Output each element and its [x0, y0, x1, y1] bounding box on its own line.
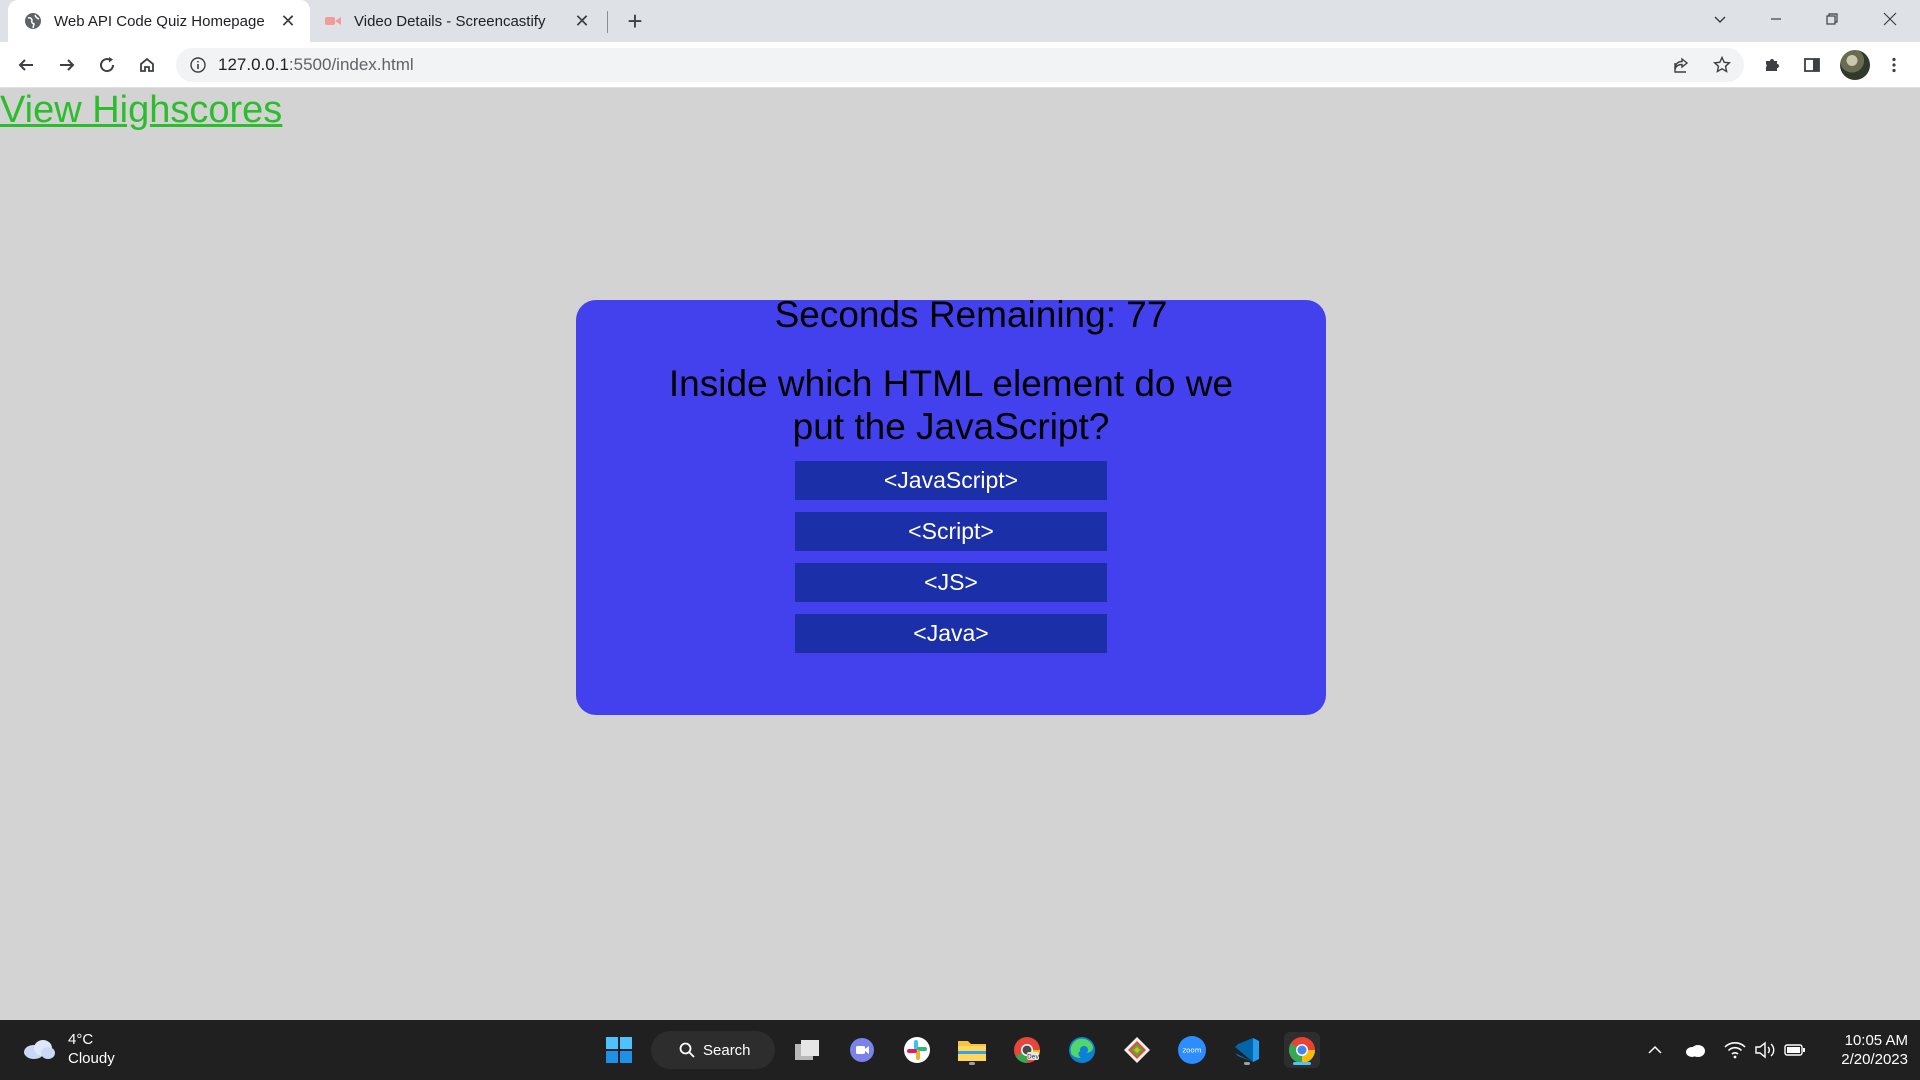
- svg-text:zoom: zoom: [1182, 1047, 1201, 1055]
- url-path: :5500/index.html: [288, 55, 414, 74]
- vscode-icon[interactable]: [1229, 1032, 1265, 1068]
- tab-video-details-screencastify[interactable]: Video Details - Screencastify ✕: [314, 0, 604, 42]
- home-button[interactable]: [131, 49, 163, 81]
- more-menu-icon[interactable]: [1878, 49, 1910, 81]
- restore-button[interactable]: [1804, 0, 1860, 38]
- tab-title: Web API Code Quiz Homepage: [54, 12, 265, 30]
- url-text: 127.0.0.1:5500/index.html: [218, 55, 414, 75]
- edge-icon[interactable]: [1064, 1032, 1100, 1068]
- answer-list: <JavaScript> <Script> <JS> <Java>: [795, 461, 1107, 665]
- clock-date: 2/20/2023: [1841, 1051, 1908, 1068]
- taskbar: 4°C Cloudy Search Dev zoom 10:05 AM 2/20…: [0, 1020, 1920, 1080]
- reload-button[interactable]: [91, 49, 123, 81]
- screencastify-icon: [324, 12, 342, 30]
- battery-icon[interactable]: [1783, 1038, 1807, 1062]
- search-label: Search: [703, 1041, 751, 1059]
- side-panel-icon[interactable]: [1796, 49, 1828, 81]
- close-tab-icon[interactable]: ✕: [278, 11, 298, 31]
- timer-label: Seconds Remaining:: [774, 294, 1127, 335]
- question-text: Inside which HTML element do we put the …: [668, 363, 1234, 447]
- wifi-icon[interactable]: [1723, 1038, 1747, 1062]
- extensions-icon[interactable]: [1756, 49, 1788, 81]
- timer-value: 77: [1126, 294, 1168, 335]
- running-indicator: [969, 1062, 975, 1065]
- weather-condition: Cloudy: [68, 1050, 115, 1067]
- timer: Seconds Remaining: 77: [576, 294, 1326, 336]
- new-tab-button[interactable]: +: [622, 8, 648, 35]
- close-window-button[interactable]: [1862, 0, 1918, 38]
- cloudy-weather-icon: [24, 1040, 55, 1059]
- running-indicator: [1244, 1062, 1250, 1065]
- page-viewport: View Highscores Seconds Remaining: 77 In…: [0, 89, 1920, 1020]
- answer-button-1[interactable]: <JavaScript>: [795, 461, 1107, 500]
- svg-text:Dev: Dev: [1027, 1054, 1039, 1061]
- file-explorer-icon[interactable]: [954, 1032, 990, 1068]
- view-highscores-link[interactable]: View Highscores: [0, 89, 282, 132]
- chrome-dev-icon[interactable]: Dev: [1009, 1032, 1045, 1068]
- answer-button-3[interactable]: <JS>: [795, 563, 1107, 602]
- answer-button-4[interactable]: <Java>: [795, 614, 1107, 653]
- tab-divider: [607, 11, 608, 33]
- system-clock[interactable]: 10:05 AM 2/20/2023: [1818, 1031, 1908, 1069]
- answer-button-2[interactable]: <Script>: [795, 512, 1107, 551]
- weather-temp: 4°C: [68, 1031, 94, 1048]
- weather-widget[interactable]: 4°C Cloudy: [22, 1030, 115, 1068]
- onedrive-icon[interactable]: [1683, 1038, 1707, 1062]
- browser-toolbar: 127.0.0.1:5500/index.html: [0, 42, 1920, 88]
- tab-title: Video Details - Screencastify: [354, 12, 546, 30]
- slack-icon[interactable]: [899, 1032, 935, 1068]
- site-info-icon[interactable]: [188, 55, 208, 75]
- share-icon[interactable]: [1665, 49, 1697, 81]
- tab-search-icon[interactable]: [1692, 0, 1748, 38]
- taskbar-search-button[interactable]: Search: [651, 1031, 775, 1069]
- start-icon[interactable]: [601, 1032, 637, 1068]
- url-host: 127.0.0.1: [218, 55, 289, 74]
- globe-icon: [24, 12, 42, 30]
- browser-tab-strip: Web API Code Quiz Homepage ✕ Video Detai…: [0, 0, 1920, 42]
- bookmark-star-icon[interactable]: [1706, 49, 1738, 81]
- show-hidden-icons-chevron-icon[interactable]: [1643, 1038, 1667, 1062]
- tab-web-api-code-quiz[interactable]: Web API Code Quiz Homepage ✕: [8, 0, 310, 42]
- active-indicator: [1293, 1062, 1311, 1065]
- back-button[interactable]: [10, 49, 42, 81]
- close-tab-icon[interactable]: ✕: [572, 11, 592, 31]
- address-bar[interactable]: 127.0.0.1:5500/index.html: [176, 48, 1744, 82]
- zoom-icon[interactable]: zoom: [1174, 1032, 1210, 1068]
- minimize-button[interactable]: [1748, 0, 1804, 38]
- search-icon: [679, 1042, 695, 1058]
- task-view-icon[interactable]: [789, 1032, 825, 1068]
- teams-chat-icon[interactable]: [844, 1032, 880, 1068]
- chrome-icon[interactable]: [1284, 1032, 1320, 1068]
- clock-time: 10:05 AM: [1844, 1032, 1908, 1049]
- git-icon[interactable]: [1119, 1032, 1155, 1068]
- quiz-card: Seconds Remaining: 77 Inside which HTML …: [576, 294, 1326, 715]
- profile-avatar[interactable]: [1840, 50, 1870, 80]
- volume-icon[interactable]: [1753, 1038, 1777, 1062]
- forward-button[interactable]: [51, 49, 83, 81]
